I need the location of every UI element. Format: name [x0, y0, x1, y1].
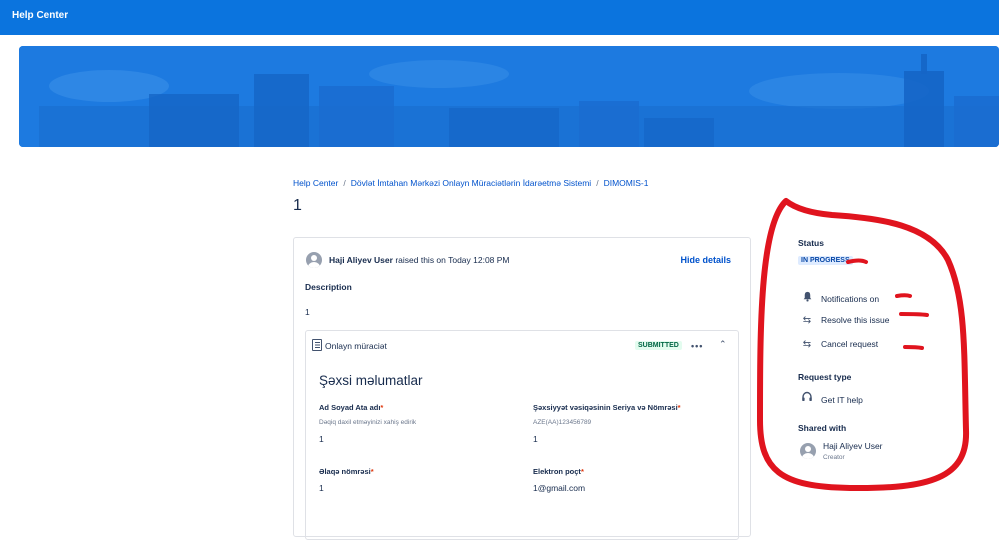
- form-card: Onlayn müraciət SUBMITTED ••• ⌃ Şəxsi mə…: [305, 330, 739, 540]
- breadcrumb-issue[interactable]: DIMOMIS-1: [604, 178, 649, 188]
- notifications-toggle[interactable]: Notifications on: [800, 291, 879, 305]
- field-value-full-name: 1: [319, 434, 324, 444]
- required-marker: *: [677, 403, 681, 412]
- status-badge: IN PROGRESS: [798, 256, 853, 265]
- form-name: Onlayn müraciət: [325, 341, 387, 351]
- hide-details-button[interactable]: Hide details: [680, 255, 731, 265]
- field-value-phone: 1: [319, 483, 324, 493]
- field-help-full-name: Dəqiq daxil etməyinizi xahiş edirik: [319, 419, 417, 426]
- reporter-avatar: [306, 252, 322, 268]
- request-type-label: Request type: [798, 372, 852, 382]
- resolve-issue-label: Resolve this issue: [821, 315, 890, 325]
- field-label-full-name: Ad Soyad Ata adı*: [319, 403, 383, 412]
- reporter-name[interactable]: Haji Aliyev User: [329, 255, 393, 265]
- page-title: 1: [293, 197, 302, 214]
- breadcrumb: Help Center / Dövlət İmtahan Mərkəzi Onlay…: [293, 178, 648, 188]
- document-icon: [312, 339, 322, 351]
- required-marker: *: [580, 467, 584, 476]
- request-type-value: Get IT help: [800, 391, 863, 406]
- headset-icon: [800, 391, 814, 406]
- raised-by-line: Haji Aliyev User raised this on Today 12…: [329, 255, 510, 265]
- breadcrumb-separator: /: [596, 178, 599, 188]
- shared-user-role: Creator: [823, 454, 845, 461]
- field-value-id-number: 1: [533, 434, 538, 444]
- raised-timestamp: raised this on Today 12:08 PM: [395, 255, 510, 265]
- required-marker: *: [370, 467, 374, 476]
- breadcrumb-project[interactable]: Dövlət İmtahan Mərkəzi Onlayn Müraciətlə…: [351, 178, 591, 188]
- field-label-text: Elektron poçt: [533, 467, 581, 476]
- submitted-status-badge: SUBMITTED: [635, 341, 682, 350]
- request-type-text: Get IT help: [821, 395, 863, 405]
- transition-icon: ⇆: [802, 339, 812, 350]
- notifications-label: Notifications on: [821, 294, 880, 304]
- top-navigation-bar: Help Center: [0, 0, 999, 35]
- breadcrumb-help-center[interactable]: Help Center: [293, 178, 338, 188]
- shared-with-label: Shared with: [798, 423, 847, 433]
- field-label-email: Elektron poçt*: [533, 467, 584, 476]
- shared-user-avatar: [800, 443, 816, 459]
- request-details-card: Haji Aliyev User raised this on Today 12…: [293, 237, 751, 540]
- cancel-request-button[interactable]: ⇆ Cancel request: [800, 339, 878, 350]
- required-marker: *: [380, 403, 384, 412]
- status-label: Status: [798, 238, 824, 248]
- field-label-id-number: Şəxsiyyət vəsiqəsinin Seriya və Nömrəsi*: [533, 403, 681, 412]
- resolve-issue-button[interactable]: ⇆ Resolve this issue: [800, 315, 890, 326]
- bell-icon: [800, 291, 814, 305]
- description-label: Description: [305, 282, 352, 292]
- field-help-id-number: AZE(AA)123456789: [533, 419, 592, 426]
- help-center-link[interactable]: Help Center: [12, 10, 68, 21]
- field-label-text: Şəxsiyyət vəsiqəsinin Seriya və Nömrəsi: [533, 403, 678, 412]
- chevron-up-icon[interactable]: ⌃: [719, 339, 727, 350]
- skyline-illustration: [19, 46, 999, 147]
- cancel-request-label: Cancel request: [821, 339, 879, 349]
- field-label-text: Ad Soyad Ata adı: [319, 403, 381, 412]
- more-actions-icon[interactable]: •••: [691, 341, 703, 351]
- form-section-title: Şəxsi məlumatlar: [319, 373, 423, 388]
- description-value: 1: [305, 307, 310, 317]
- field-value-email: 1@gmail.com: [533, 483, 586, 493]
- form-header: Onlayn müraciət SUBMITTED ••• ⌃: [306, 331, 738, 361]
- breadcrumb-separator: /: [343, 178, 346, 188]
- header-banner: [19, 46, 999, 147]
- shared-user-name[interactable]: Haji Aliyev User: [823, 441, 883, 451]
- transition-icon: ⇆: [802, 315, 812, 326]
- field-label-phone: Əlaqə nömrəsi*: [319, 467, 374, 476]
- field-label-text: Əlaqə nömrəsi: [319, 467, 371, 476]
